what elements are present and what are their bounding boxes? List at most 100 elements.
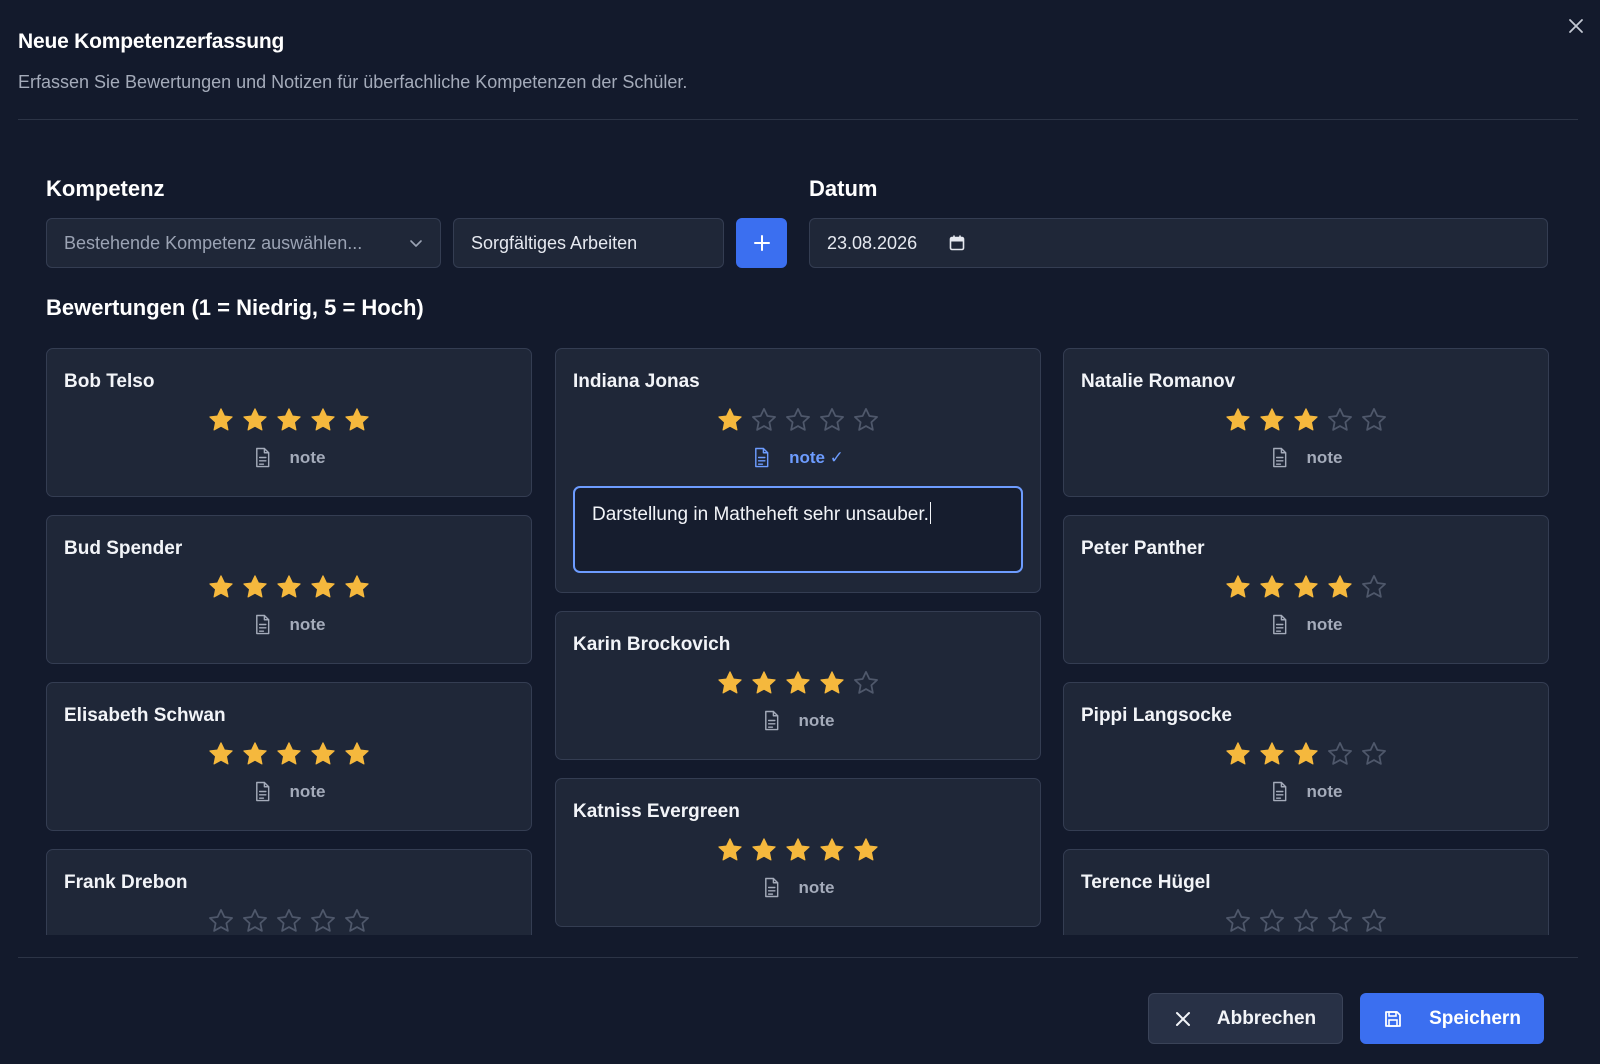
star-filled-icon[interactable]	[275, 406, 303, 434]
star-empty-icon[interactable]	[852, 669, 880, 697]
star-empty-icon[interactable]	[1258, 907, 1286, 935]
star-empty-icon[interactable]	[241, 907, 269, 935]
star-empty-icon[interactable]	[207, 907, 235, 935]
star-filled-icon[interactable]	[309, 740, 337, 768]
star-empty-icon[interactable]	[1360, 740, 1388, 768]
star-empty-icon[interactable]	[1224, 907, 1252, 935]
add-competence-button[interactable]	[736, 218, 787, 268]
date-label: Datum	[809, 176, 878, 201]
star-rating[interactable]	[64, 406, 514, 434]
star-filled-icon[interactable]	[818, 836, 846, 864]
star-empty-icon[interactable]	[1360, 573, 1388, 601]
student-ratings-grid[interactable]: Bob Telso note Bud Spender note Elisabeth Sc…	[46, 348, 1550, 935]
star-filled-icon[interactable]	[716, 836, 744, 864]
star-empty-icon[interactable]	[309, 907, 337, 935]
star-rating[interactable]	[64, 740, 514, 768]
note-toggle[interactable]: note	[573, 877, 1023, 898]
star-rating[interactable]	[1081, 740, 1531, 768]
star-rating[interactable]	[573, 669, 1023, 697]
star-filled-icon[interactable]	[1292, 740, 1320, 768]
star-filled-icon[interactable]	[784, 669, 812, 697]
star-empty-icon[interactable]	[275, 907, 303, 935]
save-button[interactable]: Speichern	[1360, 993, 1544, 1044]
note-toggle[interactable]: note	[64, 614, 514, 635]
star-filled-icon[interactable]	[1224, 740, 1252, 768]
student-name: Peter Panther	[1081, 538, 1205, 559]
star-filled-icon[interactable]	[716, 669, 744, 697]
note-toggle[interactable]: note ✓	[573, 447, 1023, 468]
note-toggle[interactable]: note	[573, 710, 1023, 731]
star-rating[interactable]	[64, 573, 514, 601]
close-button[interactable]	[1564, 14, 1588, 38]
student-name: Karin Brockovich	[573, 634, 731, 655]
note-toggle[interactable]: note	[1081, 447, 1531, 468]
dialog-header: Neue Kompetenzerfassung Erfassen Sie Bew…	[18, 30, 1582, 93]
star-filled-icon[interactable]	[818, 669, 846, 697]
ratings-label: Bewertungen (1 = Niedrig, 5 = Hoch)	[46, 295, 424, 320]
note-toggle[interactable]: note	[64, 781, 514, 802]
header-divider	[18, 119, 1578, 120]
star-rating[interactable]	[1081, 907, 1531, 935]
dialog-subtitle: Erfassen Sie Bewertungen und Notizen für…	[18, 72, 688, 92]
star-empty-icon[interactable]	[343, 907, 371, 935]
star-filled-icon[interactable]	[343, 406, 371, 434]
star-empty-icon[interactable]	[1326, 406, 1354, 434]
star-filled-icon[interactable]	[275, 740, 303, 768]
document-icon	[1272, 614, 1286, 635]
star-filled-icon[interactable]	[241, 573, 269, 601]
star-empty-icon[interactable]	[1360, 406, 1388, 434]
star-filled-icon[interactable]	[207, 573, 235, 601]
star-filled-icon[interactable]	[1258, 573, 1286, 601]
star-filled-icon[interactable]	[784, 836, 812, 864]
star-filled-icon[interactable]	[1224, 573, 1252, 601]
star-rating[interactable]	[573, 406, 1023, 434]
note-toggle[interactable]: note	[1081, 781, 1531, 802]
student-card: Elisabeth Schwan note	[46, 682, 532, 831]
note-toggle-label: note	[289, 447, 326, 467]
star-empty-icon[interactable]	[750, 406, 778, 434]
star-filled-icon[interactable]	[1258, 740, 1286, 768]
star-rating[interactable]	[64, 907, 514, 935]
star-filled-icon[interactable]	[1258, 406, 1286, 434]
star-filled-icon[interactable]	[750, 836, 778, 864]
star-filled-icon[interactable]	[309, 406, 337, 434]
star-filled-icon[interactable]	[241, 740, 269, 768]
star-filled-icon[interactable]	[852, 836, 880, 864]
new-competence-input[interactable]: Sorgfältiges Arbeiten	[453, 218, 724, 268]
note-toggle[interactable]: note	[64, 447, 514, 468]
ratings-column: Natalie Romanov note Peter Panther note Pipp…	[1063, 348, 1549, 935]
star-filled-icon[interactable]	[750, 669, 778, 697]
student-card: Terence Hügelnote	[1063, 849, 1549, 935]
star-empty-icon[interactable]	[1326, 740, 1354, 768]
note-toggle[interactable]: note	[1081, 614, 1531, 635]
date-input[interactable]: 23.08.2026	[809, 218, 1548, 268]
star-empty-icon[interactable]	[784, 406, 812, 434]
star-filled-icon[interactable]	[241, 406, 269, 434]
star-rating[interactable]	[1081, 573, 1531, 601]
star-filled-icon[interactable]	[309, 573, 337, 601]
text-cursor	[929, 502, 932, 524]
star-empty-icon[interactable]	[1326, 907, 1354, 935]
star-rating[interactable]	[573, 836, 1023, 864]
note-text: Darstellung in Matheheft sehr unsauber.	[592, 504, 929, 525]
star-empty-icon[interactable]	[818, 406, 846, 434]
star-filled-icon[interactable]	[1292, 573, 1320, 601]
document-icon	[764, 877, 778, 898]
calendar-icon[interactable]	[949, 235, 965, 251]
star-filled-icon[interactable]	[1224, 406, 1252, 434]
star-filled-icon[interactable]	[207, 740, 235, 768]
star-filled-icon[interactable]	[343, 573, 371, 601]
star-filled-icon[interactable]	[275, 573, 303, 601]
competence-select[interactable]: Bestehende Kompetenz auswählen...	[46, 218, 441, 268]
star-filled-icon[interactable]	[343, 740, 371, 768]
star-filled-icon[interactable]	[207, 406, 235, 434]
star-filled-icon[interactable]	[716, 406, 744, 434]
star-empty-icon[interactable]	[1292, 907, 1320, 935]
star-filled-icon[interactable]	[1292, 406, 1320, 434]
star-rating[interactable]	[1081, 406, 1531, 434]
star-filled-icon[interactable]	[1326, 573, 1354, 601]
star-empty-icon[interactable]	[852, 406, 880, 434]
cancel-button[interactable]: Abbrechen	[1148, 993, 1343, 1044]
note-textarea[interactable]: Darstellung in Matheheft sehr unsauber.	[573, 486, 1023, 573]
star-empty-icon[interactable]	[1360, 907, 1388, 935]
